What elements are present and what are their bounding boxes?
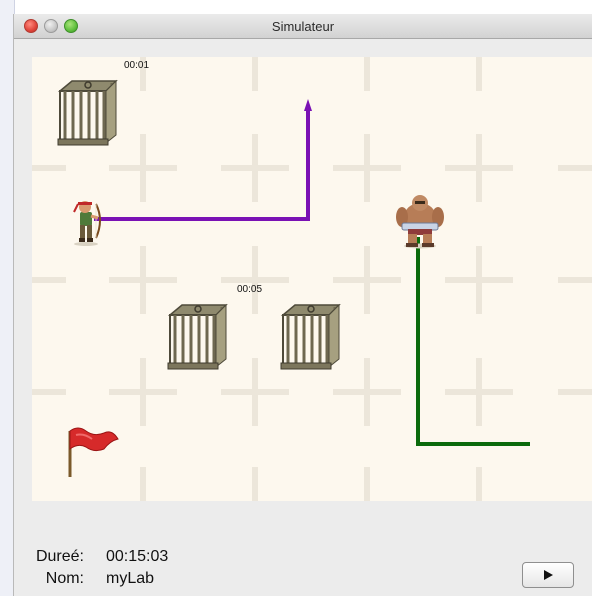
simulator-window: Simulateur 00:01 00:05 Dureé: 00:15:03 N… bbox=[14, 14, 592, 596]
cage-timer-label: 00:05 bbox=[237, 284, 263, 295]
ogre-enemy-icon[interactable] bbox=[394, 193, 446, 249]
cage-icon[interactable] bbox=[54, 77, 120, 149]
name-value: myLab bbox=[106, 570, 155, 587]
goal-flag-icon[interactable] bbox=[64, 423, 120, 479]
title-bar[interactable]: Simulateur bbox=[14, 14, 592, 39]
background-window-edge bbox=[0, 0, 15, 596]
window-title: Simulateur bbox=[271, 19, 335, 34]
play-icon bbox=[544, 570, 553, 580]
name-label: Nom: bbox=[45, 570, 84, 587]
cage-timer-label: 00:01 bbox=[124, 60, 150, 71]
cage-icon[interactable] bbox=[277, 301, 343, 373]
play-button[interactable] bbox=[522, 562, 574, 588]
archer-hero-icon[interactable] bbox=[68, 196, 104, 246]
duration-label: Dureé: bbox=[35, 548, 84, 565]
game-board[interactable]: 00:01 00:05 bbox=[32, 57, 592, 501]
duration-value: 00:15:03 bbox=[106, 548, 169, 565]
cage-icon[interactable] bbox=[164, 301, 230, 373]
